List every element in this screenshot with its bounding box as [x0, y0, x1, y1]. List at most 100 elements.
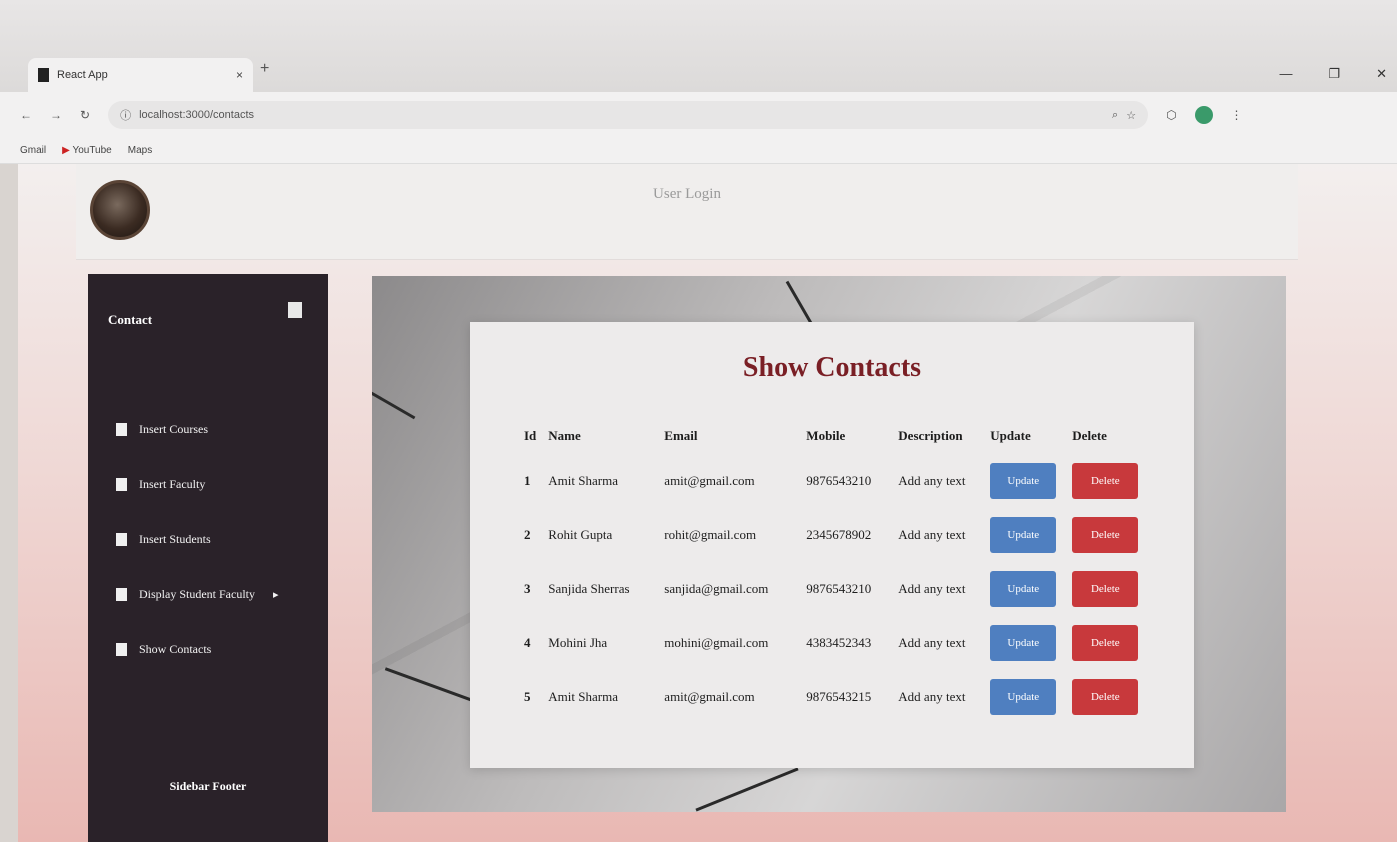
- reload-icon[interactable]: ↻: [80, 108, 90, 122]
- extensions-icon[interactable]: ⬡: [1166, 108, 1176, 122]
- delete-button[interactable]: Delete: [1072, 517, 1139, 553]
- cell-description: Add any text: [898, 581, 966, 596]
- sidebar-item-show-contacts[interactable]: Show Contacts: [116, 622, 279, 677]
- sidebar-item-insert-faculty[interactable]: Insert Faculty: [116, 457, 279, 512]
- cell-delete: Delete: [1068, 616, 1146, 670]
- column-header-mobile: Mobile: [806, 428, 846, 443]
- cell-mobile: 9876543215: [806, 689, 872, 704]
- cell-description: Add any text: [898, 473, 966, 488]
- delete-button[interactable]: Delete: [1072, 625, 1139, 661]
- zoom-icon[interactable]: ⌕: [1112, 109, 1118, 122]
- contacts-card: Show Contacts Id Name Email Mobile Descr…: [470, 322, 1194, 768]
- cell-delete: Delete: [1068, 670, 1146, 724]
- close-window-icon[interactable]: ✕: [1376, 66, 1387, 82]
- minimize-icon[interactable]: —: [1279, 66, 1292, 82]
- menu-kebab-icon[interactable]: ⋮: [1231, 108, 1243, 122]
- bookmark-youtube[interactable]: ▶ YouTube: [62, 145, 112, 156]
- forward-icon[interactable]: →: [50, 108, 62, 122]
- address-bar[interactable]: ⓘ localhost:3000/contacts ⌕ ☆: [108, 101, 1149, 129]
- cell-name: Sanjida Sherras: [548, 581, 630, 596]
- update-button[interactable]: Update: [990, 517, 1057, 553]
- new-tab-button[interactable]: +: [260, 60, 269, 78]
- cell-mobile: 2345678902: [806, 527, 872, 542]
- cell-email: amit@gmail.com: [664, 473, 755, 488]
- update-button[interactable]: Update: [990, 571, 1057, 607]
- back-icon[interactable]: ←: [20, 108, 32, 122]
- bookmark-star-icon[interactable]: ☆: [1126, 109, 1136, 122]
- tab-close-icon[interactable]: ×: [236, 68, 243, 82]
- faculty-icon: [116, 478, 127, 491]
- cell-id: 2: [524, 527, 531, 542]
- cell-update: Update: [986, 562, 1068, 616]
- sidebar-item-label: Show Contacts: [139, 642, 212, 656]
- cell-update: Update: [986, 454, 1068, 508]
- column-header-update: Update: [990, 428, 1031, 443]
- sidebar-item-insert-students[interactable]: Insert Students: [116, 512, 279, 567]
- sidebar-item-label: Insert Students: [139, 532, 211, 546]
- maximize-icon[interactable]: ❐: [1328, 66, 1340, 82]
- sidebar-item-insert-courses[interactable]: Insert Courses: [116, 402, 279, 457]
- table-row: 3 Sanjida Sherras sanjida@gmail.com 9876…: [520, 562, 1146, 616]
- display-icon: [116, 588, 127, 601]
- cell-name: Amit Sharma: [548, 473, 618, 488]
- profile-avatar[interactable]: [1194, 106, 1213, 124]
- bookmark-gmail[interactable]: Gmail: [20, 145, 46, 156]
- page-title: Show Contacts: [742, 352, 922, 383]
- cell-description: Add any text: [898, 527, 966, 542]
- cell-name: Amit Sharma: [548, 689, 618, 704]
- cell-mobile: 9876543210: [806, 581, 872, 596]
- bookmark-maps[interactable]: Maps: [128, 145, 152, 156]
- window-controls: — ❐ ✕: [1279, 66, 1387, 82]
- cell-update: Update: [986, 616, 1068, 670]
- table-row: 1 Amit Sharma amit@gmail.com 9876543210 …: [520, 454, 1146, 508]
- cell-description: Add any text: [898, 689, 966, 704]
- user-login-link[interactable]: User Login: [76, 186, 1298, 203]
- content-area: Show Contacts Id Name Email Mobile Descr…: [372, 276, 1286, 812]
- cell-name: Rohit Gupta: [548, 527, 613, 542]
- column-header-email: Email: [664, 428, 698, 443]
- cell-email: rohit@gmail.com: [664, 527, 757, 542]
- courses-icon: [116, 423, 127, 436]
- browser-toolbar: ← → ↻ ⓘ localhost:3000/contacts ⌕ ☆ ⬡ ⋮: [0, 92, 1397, 138]
- cell-mobile: 9876543210: [806, 473, 872, 488]
- browser-tab[interactable]: React App ×: [28, 58, 253, 92]
- table-header-row: Id Name Email Mobile Description Update …: [520, 418, 1146, 454]
- tab-title: React App: [57, 69, 108, 81]
- background-stripe: [695, 767, 799, 812]
- page: User Login Contact Insert Courses Insert…: [18, 164, 1397, 842]
- sidebar-footer: Sidebar Footer: [169, 779, 247, 793]
- column-header-name: Name: [548, 428, 581, 443]
- cell-delete: Delete: [1068, 508, 1146, 562]
- bookmark-youtube-label: YouTube: [72, 145, 112, 156]
- delete-button[interactable]: Delete: [1072, 463, 1139, 499]
- cell-update: Update: [986, 508, 1068, 562]
- chevron-right-icon: ▸: [273, 589, 279, 601]
- column-header-description: Description: [898, 428, 963, 443]
- cell-email: mohini@gmail.com: [664, 635, 769, 650]
- cell-id: 1: [524, 473, 531, 488]
- sidebar-item-label: Insert Faculty: [139, 477, 206, 491]
- site-info-icon[interactable]: ⓘ: [120, 107, 131, 123]
- sidebar-menu: Insert Courses Insert Faculty Insert Stu…: [116, 402, 279, 677]
- contacts-icon: [116, 643, 127, 656]
- delete-button[interactable]: Delete: [1072, 571, 1139, 607]
- update-button[interactable]: Update: [990, 625, 1057, 661]
- cell-update: Update: [986, 670, 1068, 724]
- update-button[interactable]: Update: [990, 679, 1057, 715]
- cell-id: 5: [524, 689, 531, 704]
- sidebar-item-display-student-faculty[interactable]: Display Student Faculty ▸: [116, 567, 279, 622]
- page-header: User Login: [76, 164, 1298, 260]
- cell-delete: Delete: [1068, 562, 1146, 616]
- cell-email: sanjida@gmail.com: [664, 581, 769, 596]
- column-header-delete: Delete: [1072, 428, 1107, 443]
- delete-button[interactable]: Delete: [1072, 679, 1139, 715]
- sidebar-toggle-icon[interactable]: [288, 302, 302, 318]
- cell-id: 4: [524, 635, 531, 650]
- background-stripe: [372, 391, 416, 420]
- column-header-id: Id: [524, 428, 537, 443]
- update-button[interactable]: Update: [990, 463, 1057, 499]
- youtube-icon: ▶: [62, 145, 70, 156]
- table-row: 4 Mohini Jha mohini@gmail.com 4383452343…: [520, 616, 1146, 670]
- contacts-table: Id Name Email Mobile Description Update …: [520, 418, 1146, 724]
- cell-email: amit@gmail.com: [664, 689, 755, 704]
